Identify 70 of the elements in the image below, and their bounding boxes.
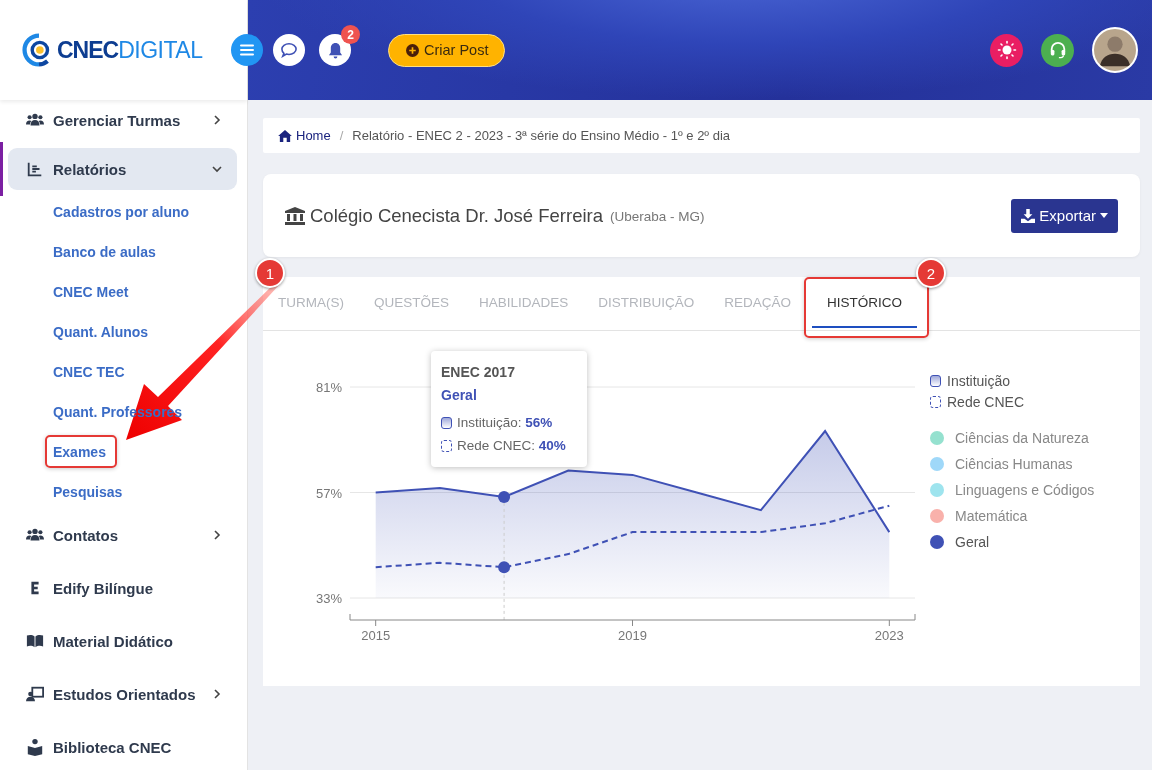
report-tab[interactable]: HISTÓRICO	[812, 277, 918, 328]
menu-button[interactable]	[231, 34, 263, 66]
sidebar-item[interactable]: Gerenciar Turmas	[8, 100, 237, 140]
sidebar-link[interactable]: Quant. Professores	[53, 404, 183, 420]
sidebar-link[interactable]: CNEC TEC	[53, 364, 125, 380]
y-tick-label: 81%	[315, 380, 342, 395]
chevron-icon	[211, 688, 223, 700]
sidebar-link[interactable]: CNEC Meet	[53, 284, 129, 300]
sidebar-link[interactable]: Pesquisas	[53, 484, 123, 500]
user-avatar[interactable]	[1092, 27, 1138, 73]
teacher-icon	[26, 685, 44, 703]
breadcrumb-separator: /	[339, 128, 344, 143]
legend-item[interactable]: Linguagens e Códigos	[930, 477, 1095, 503]
sidebar-link[interactable]: Cadastros por aluno	[53, 204, 190, 220]
notification-count: 2	[341, 25, 360, 44]
chat-icon	[280, 42, 298, 58]
y-tick-label: 33%	[315, 591, 342, 606]
area-swatch-icon	[441, 416, 452, 429]
institution-icon	[285, 206, 305, 225]
school-location: (Uberaba - MG)	[610, 209, 705, 224]
chat-button[interactable]	[273, 34, 305, 66]
legend-item[interactable]: Ciências da Natureza	[930, 425, 1095, 451]
headset-icon	[1048, 41, 1067, 59]
legend-label: Instituição	[947, 372, 1011, 389]
x-tick-label: 2015	[361, 628, 391, 643]
tooltip-series: Geral	[441, 387, 478, 403]
area-swatch-icon	[930, 374, 941, 387]
sidebar-item[interactable]: Material Didático	[8, 620, 237, 662]
theme-button[interactable]	[990, 33, 1023, 67]
book-icon	[26, 632, 44, 650]
tooltip-value: Instituição: 56%	[457, 415, 553, 430]
sidebar-item[interactable]: Contatos	[8, 514, 237, 556]
support-button[interactable]	[1041, 33, 1074, 67]
legend-item[interactable]: Ciências Humanas	[930, 451, 1095, 477]
export-button[interactable]: Exportar	[1011, 198, 1118, 233]
sidebar-item[interactable]: Edify Bilíngue	[8, 567, 237, 609]
home-icon	[278, 129, 292, 142]
caret-icon	[1100, 213, 1108, 218]
bell-icon	[327, 41, 343, 59]
step-badge: 2	[916, 258, 946, 288]
school-name: Colégio Cenecista Dr. José Ferreira	[310, 204, 604, 227]
download-icon	[1021, 208, 1036, 223]
sidebar-link[interactable]: Banco de aulas	[53, 244, 156, 260]
create-post-button[interactable]: Criar Post	[388, 33, 506, 67]
cnec-logo: CNECDIGITAL	[22, 33, 203, 67]
legend-item[interactable]: Geral	[930, 529, 1095, 555]
x-tick-label: 2019	[618, 628, 647, 643]
reader-icon	[26, 738, 44, 756]
legend-item[interactable]: Matemática	[930, 503, 1095, 529]
chevron-icon	[211, 114, 223, 126]
sidebar-link[interactable]: Exames	[53, 444, 106, 460]
dashed-swatch-icon	[930, 395, 941, 408]
step-badge: 1	[255, 258, 285, 288]
sidebar-item[interactable]: Estudos Orientados	[8, 673, 237, 715]
tooltip-title: ENEC 2017	[441, 364, 516, 380]
x-tick-label: 2023	[874, 628, 904, 643]
tooltip-value: Rede CNEC: 40%	[457, 438, 566, 453]
legend-label: Rede CNEC	[947, 393, 1025, 410]
chart-icon	[26, 160, 44, 178]
dashed-swatch-icon	[441, 439, 452, 452]
sidebar-link[interactable]: Quant. Alunos	[53, 324, 149, 340]
home-link[interactable]: Home	[278, 128, 331, 143]
breadcrumb-current: Relatório - ENEC 2 - 2023 - 3ª série do Ensino Médio - 1º e 2º dia	[352, 128, 731, 143]
y-tick-label: 57%	[315, 485, 342, 501]
chevron-icon	[211, 529, 223, 541]
chevron-icon	[211, 163, 223, 175]
menu-icon	[240, 44, 254, 56]
sun-icon	[996, 40, 1017, 60]
plus-circle-icon	[406, 43, 419, 57]
sidebar-item[interactable]: Biblioteca CNEC	[8, 726, 237, 768]
